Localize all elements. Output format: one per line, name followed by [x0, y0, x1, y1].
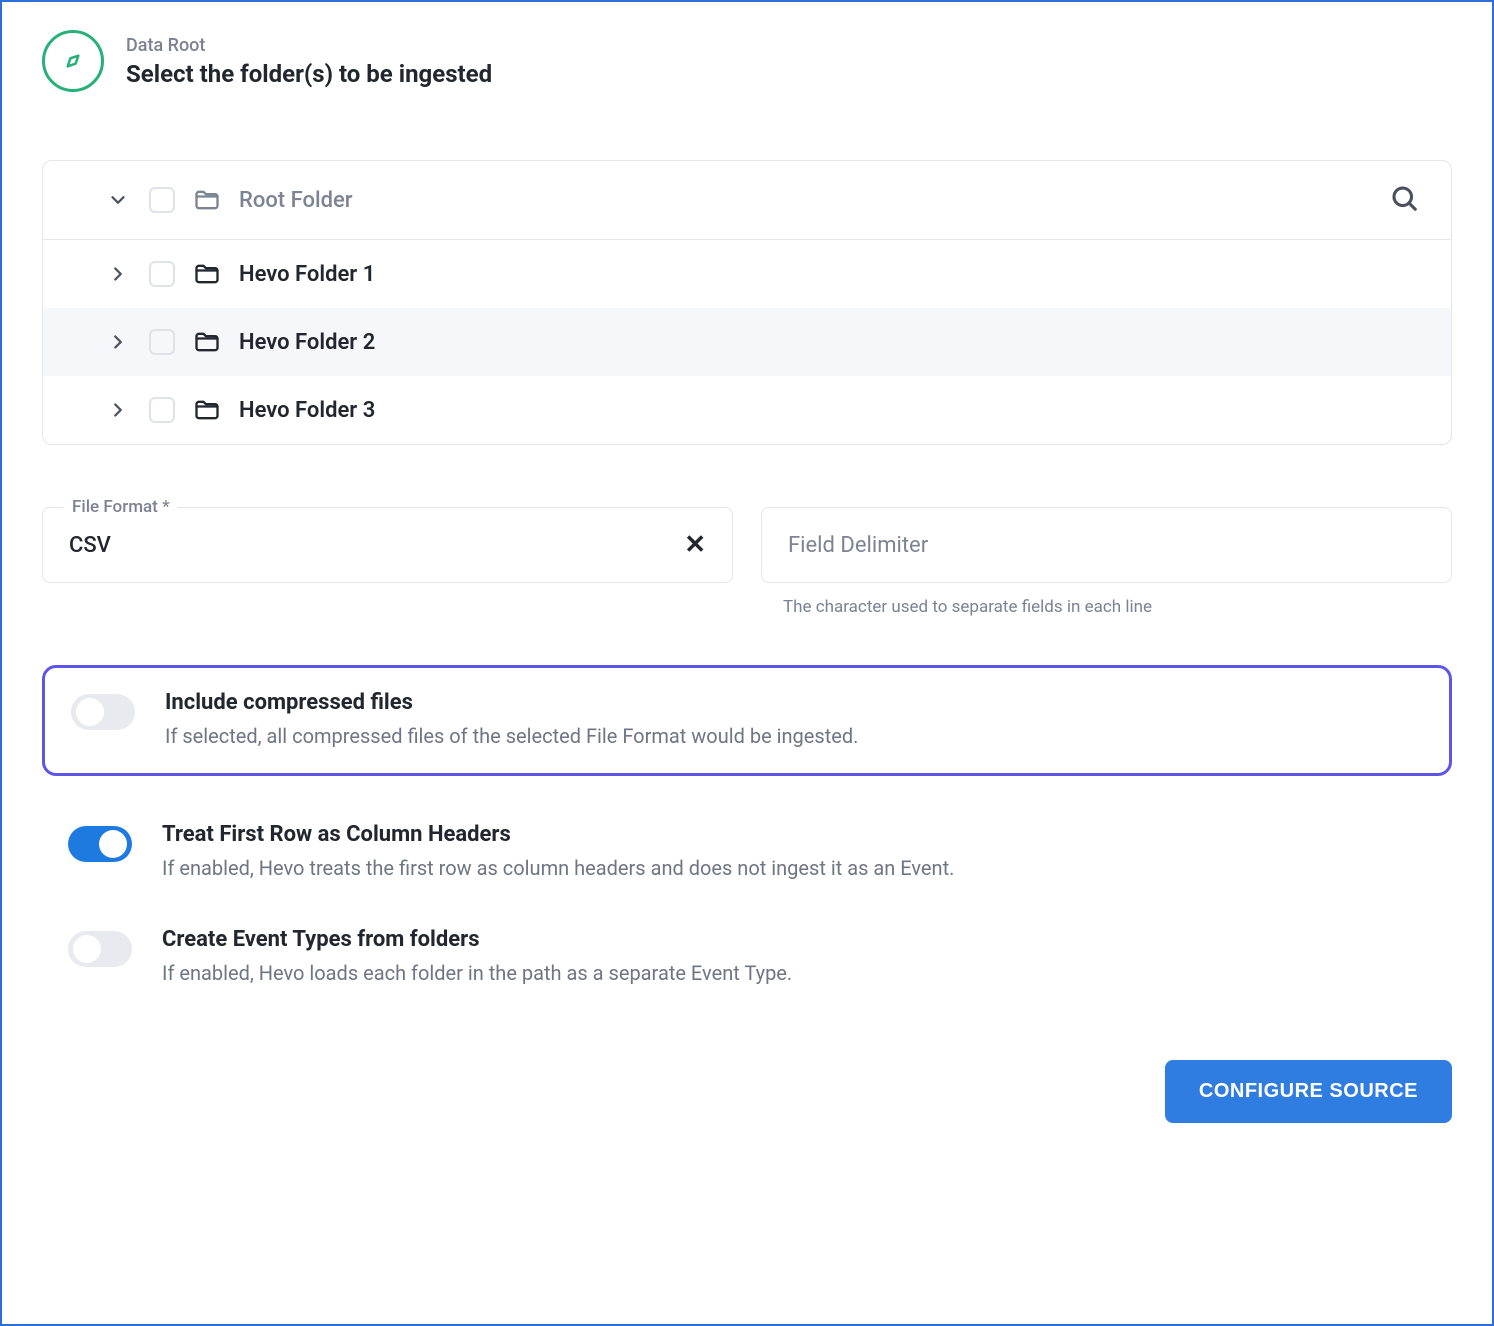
folder-row[interactable]: Hevo Folder 3 [43, 376, 1451, 444]
include-compressed-row: Include compressed files If selected, al… [42, 665, 1452, 776]
folder-checkbox[interactable] [149, 329, 175, 355]
breadcrumb: Data Root [126, 35, 492, 56]
folder-label: Hevo Folder 1 [239, 262, 375, 287]
chevron-right-icon[interactable] [105, 331, 131, 353]
chevron-right-icon[interactable] [105, 263, 131, 285]
include-compressed-desc: If selected, all compressed files of the… [165, 721, 858, 751]
first-row-headers-desc: If enabled, Hevo treats the first row as… [162, 853, 954, 883]
first-row-headers-title: Treat First Row as Column Headers [162, 822, 954, 847]
folder-checkbox[interactable] [149, 261, 175, 287]
first-row-headers-toggle[interactable] [68, 826, 132, 862]
clear-icon[interactable]: ✕ [684, 532, 706, 558]
field-delimiter-placeholder: Field Delimiter [788, 533, 928, 558]
folder-icon [193, 260, 221, 288]
header: Data Root Select the folder(s) to be ing… [42, 30, 1452, 92]
event-types-row: Create Event Types from folders If enabl… [42, 905, 1452, 1010]
folder-label: Hevo Folder 3 [239, 398, 375, 423]
event-types-title: Create Event Types from folders [162, 927, 792, 952]
folder-row[interactable]: Hevo Folder 2 [43, 308, 1451, 376]
root-folder-row[interactable]: Root Folder [43, 161, 1451, 240]
chevron-down-icon[interactable] [105, 189, 131, 211]
event-types-toggle[interactable] [68, 931, 132, 967]
folder-icon [193, 396, 221, 424]
include-compressed-toggle[interactable] [71, 694, 135, 730]
folder-icon [193, 186, 221, 214]
folder-label: Hevo Folder 2 [239, 330, 375, 355]
file-format-value: CSV [69, 533, 111, 558]
folder-tree: Root Folder Hevo Folder 1 Hevo Folder [42, 160, 1452, 445]
folder-row[interactable]: Hevo Folder 1 [43, 240, 1451, 308]
folder-checkbox[interactable] [149, 397, 175, 423]
field-delimiter-caption: The character used to separate fields in… [783, 597, 1452, 617]
chevron-right-icon[interactable] [105, 399, 131, 421]
configure-source-button[interactable]: CONFIGURE SOURCE [1165, 1060, 1452, 1123]
page-container: Data Root Select the folder(s) to be ing… [0, 0, 1494, 1326]
field-delimiter-field[interactable]: Field Delimiter [761, 507, 1452, 583]
root-folder-checkbox[interactable] [149, 187, 175, 213]
event-types-desc: If enabled, Hevo loads each folder in th… [162, 958, 792, 988]
compass-icon [42, 30, 104, 92]
file-format-legend: File Format * [64, 497, 178, 517]
root-folder-label: Root Folder [239, 188, 353, 213]
file-format-field[interactable]: File Format * CSV ✕ [42, 507, 733, 583]
first-row-headers-row: Treat First Row as Column Headers If ena… [42, 800, 1452, 905]
include-compressed-title: Include compressed files [165, 690, 858, 715]
folder-icon [193, 328, 221, 356]
page-title: Select the folder(s) to be ingested [126, 60, 492, 88]
search-icon[interactable] [1389, 183, 1419, 217]
